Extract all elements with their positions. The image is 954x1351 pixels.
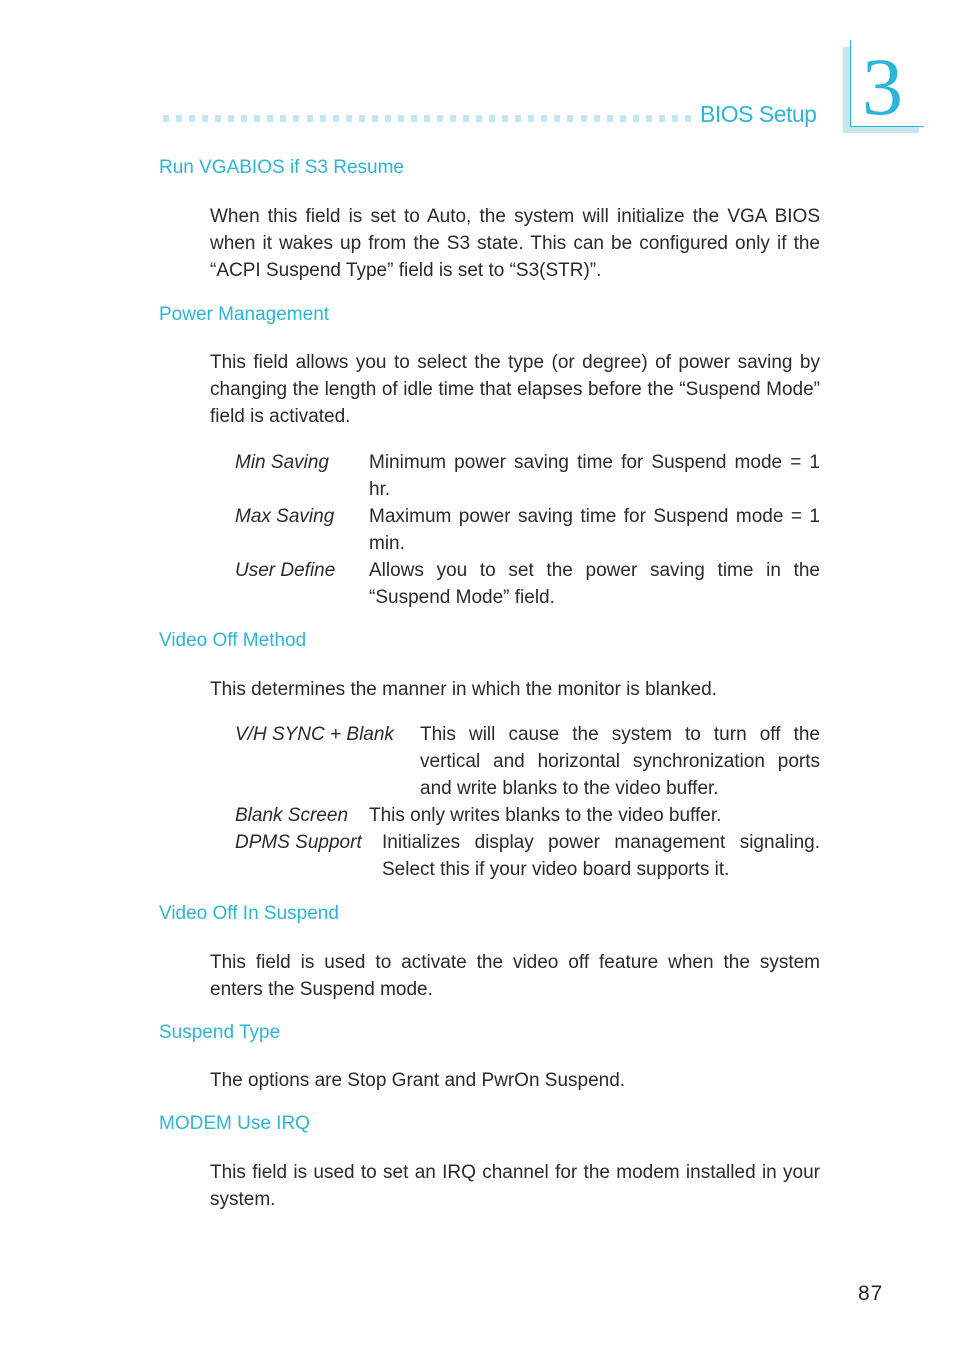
option-term: Min Saving [235,452,329,473]
rule-dot [423,115,430,122]
rule-dot [319,115,326,122]
rule-dot [215,115,222,122]
rule-dot [384,115,391,122]
rule-dot [580,115,587,122]
rule-dot [554,115,561,122]
rule-dot [541,115,548,122]
rule-dot [684,115,691,122]
section-paragraph-power-management: This field allows you to select the type… [210,352,820,427]
header-dot-rule [163,115,691,123]
rule-dot [632,115,639,122]
rule-dot [410,115,417,122]
rule-dot [671,115,678,122]
rule-dot [528,115,535,122]
section-heading-modem-use-irq: MODEM Use IRQ [159,1113,310,1134]
chapter-number-shadow [843,47,850,133]
power-management-options: Min Saving Minimum power saving time for… [235,449,820,611]
rule-dot [397,115,404,122]
rule-dot [241,115,248,122]
section-paragraph-modem-use-irq: This field is used to set an IRQ channel… [210,1162,820,1210]
option-desc: Minimum power saving time for Suspend mo… [369,452,820,500]
option-desc: Initializes display power management sig… [382,832,820,880]
rule-dot [476,115,483,122]
rule-dot [267,115,274,122]
option-desc: Maximum power saving time for Suspend mo… [369,506,820,554]
rule-dot [515,115,522,122]
section-paragraph-run-vgabios: When this field is set to Auto, the syst… [210,206,820,281]
page-number: 87 [858,1282,884,1305]
rule-dot [606,115,613,122]
rule-dot [489,115,496,122]
rule-dot [306,115,313,122]
rule-dot [254,115,261,122]
rule-dot [463,115,470,122]
rule-dot [436,115,443,122]
rule-dot [228,115,235,122]
rule-dot [293,115,300,122]
rule-dot [450,115,457,122]
chapter-title: BIOS Setup [700,101,817,127]
rule-dot [345,115,352,122]
section-paragraph-video-off-in-suspend: This field is used to activate the video… [210,952,820,1000]
option-desc: This will cause the system to turn off t… [420,724,820,799]
rule-dot [332,115,339,122]
rule-dot [189,115,196,122]
option-term: V/H SYNC + Blank [235,724,394,745]
option-term: DPMS Support [235,832,362,853]
option-term: Max Saving [235,506,335,527]
rule-dot [163,115,169,122]
rule-dot [280,115,287,122]
section-heading-video-off-in-suspend: Video Off In Suspend [159,903,339,924]
rule-dot [358,115,365,122]
chapter-number-rule [850,40,851,127]
option-term: User Define [235,560,336,581]
rule-dot [645,115,652,122]
option-term: Blank Screen [235,805,349,826]
option-desc: This only writes blanks to the video buf… [369,805,722,826]
rule-dot [176,115,183,122]
rule-dot [371,115,378,122]
section-paragraph-suspend-type: The options are Stop Grant and PwrOn Sus… [210,1070,626,1091]
rule-dot [502,115,509,122]
section-heading-suspend-type: Suspend Type [159,1022,281,1043]
chapter-number: 3 [862,41,903,132]
section-paragraph-video-off-method: This determines the manner in which the … [210,679,717,700]
rule-dot [202,115,209,122]
section-heading-run-vgabios: Run VGABIOS if S3 Resume [159,157,404,178]
video-off-method-options: V/H SYNC + Blank This will cause the sys… [235,721,820,883]
rule-dot [658,115,665,122]
section-heading-video-off-method: Video Off Method [159,630,307,651]
rule-dot [567,115,574,122]
section-heading-power-management: Power Management [159,304,330,325]
rule-dot [619,115,626,122]
rule-dot [593,115,600,122]
option-desc: Allows you to set the power saving time … [369,560,820,608]
